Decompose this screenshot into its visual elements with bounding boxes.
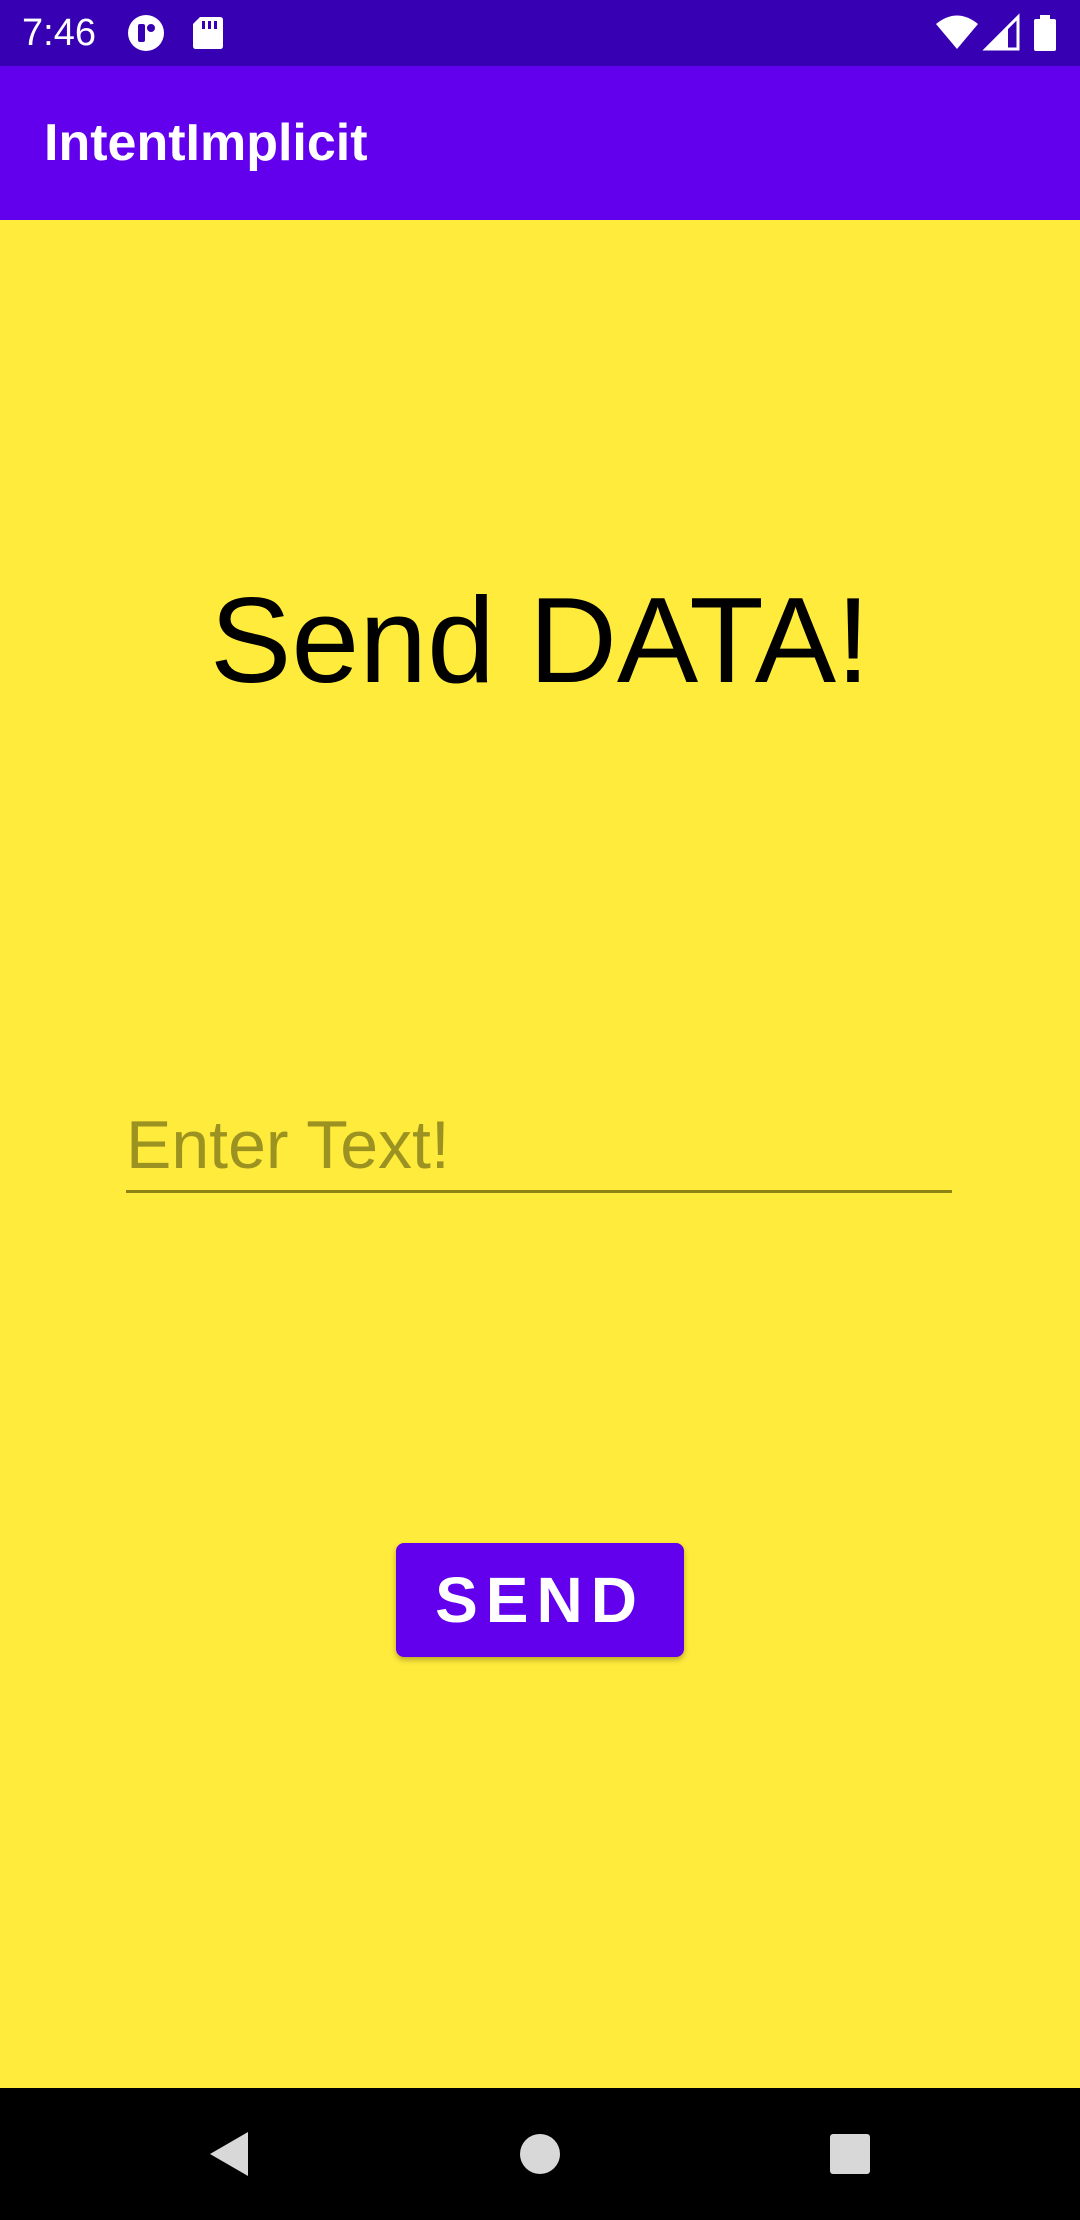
- main-content: Send DATA! SEND: [0, 220, 1080, 2088]
- home-icon[interactable]: [502, 2116, 578, 2192]
- send-button[interactable]: SEND: [396, 1543, 684, 1657]
- status-bar: 7:46: [0, 0, 1080, 66]
- signal-icon: [982, 13, 1020, 51]
- recents-icon[interactable]: [812, 2116, 888, 2192]
- status-time: 7:46: [22, 12, 96, 54]
- battery-icon: [1034, 15, 1056, 51]
- notification-icon: [128, 15, 164, 51]
- sd-card-icon: [193, 17, 223, 49]
- text-input[interactable]: [126, 1100, 952, 1193]
- wifi-icon: [936, 15, 978, 49]
- back-icon[interactable]: [192, 2116, 268, 2192]
- app-title: IntentImplicit: [44, 114, 368, 172]
- app-bar: IntentImplicit: [0, 66, 1080, 220]
- navigation-bar: [0, 2088, 1080, 2220]
- headline: Send DATA!: [210, 572, 870, 708]
